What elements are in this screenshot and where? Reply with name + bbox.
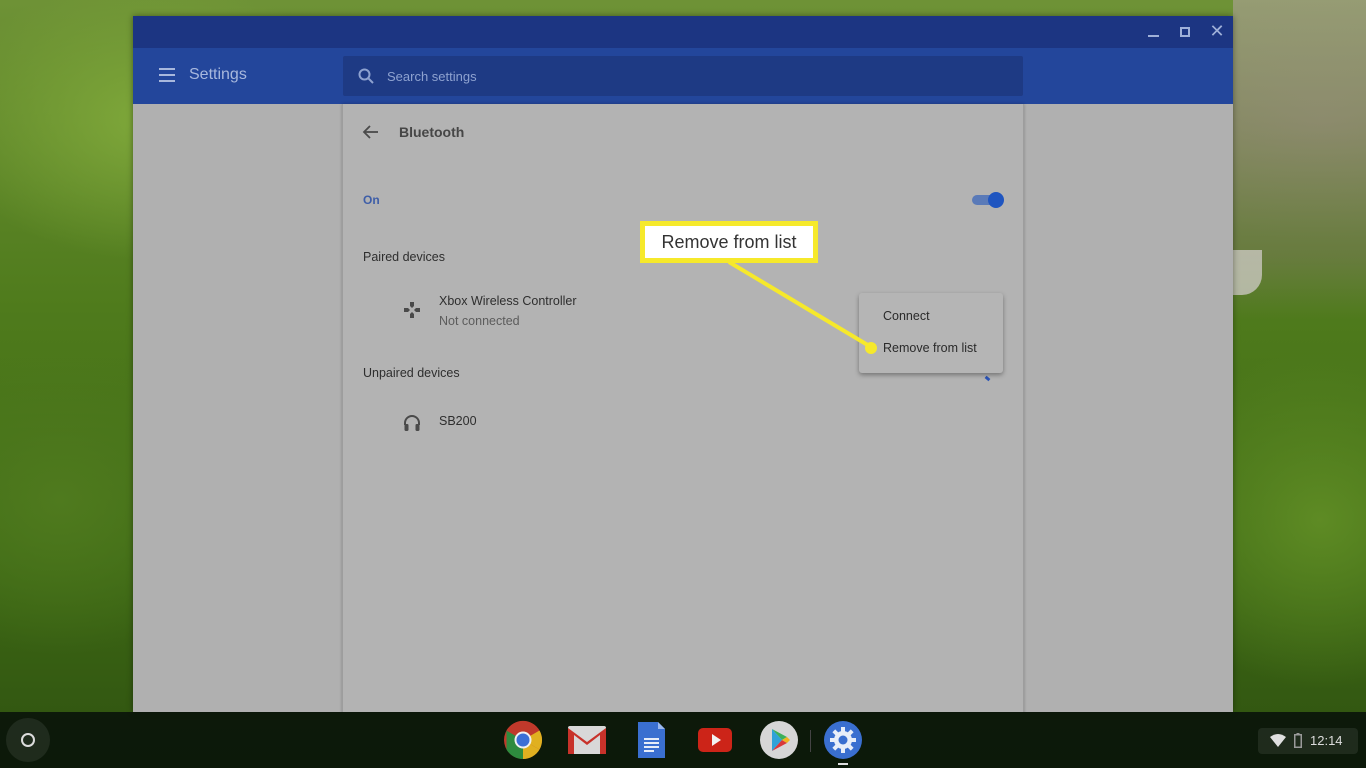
launcher-circle-icon [21, 733, 35, 747]
close-button[interactable]: ✕ [1205, 22, 1229, 42]
minimize-button[interactable] [1141, 22, 1165, 42]
unpaired-devices-heading: Unpaired devices [363, 366, 460, 380]
shelf: 12:14 [0, 712, 1366, 768]
settings-gear-icon[interactable] [823, 720, 863, 760]
docs-icon[interactable] [631, 720, 671, 760]
launcher-button[interactable] [6, 718, 50, 762]
gmail-icon[interactable] [567, 720, 607, 760]
shelf-separator [810, 730, 811, 752]
clock: 12:14 [1310, 733, 1343, 748]
hamburger-line [159, 74, 175, 76]
search-input[interactable] [387, 56, 1007, 96]
maximize-button[interactable] [1173, 22, 1197, 42]
active-app-indicator [838, 763, 848, 765]
scanning-spinner [984, 375, 991, 382]
minimize-icon [1147, 35, 1159, 37]
back-arrow-icon[interactable] [361, 122, 381, 142]
device-name: SB200 [439, 414, 477, 428]
bluetooth-toggle[interactable] [972, 192, 1006, 208]
chrome-icon[interactable] [503, 720, 543, 760]
app-title: Settings [189, 66, 247, 83]
device-name: Xbox Wireless Controller [439, 294, 577, 308]
system-tray[interactable]: 12:14 [1258, 728, 1358, 754]
toggle-thumb [988, 192, 1004, 208]
wifi-icon [1270, 734, 1286, 747]
window-titlebar[interactable]: ✕ [133, 16, 1233, 48]
gamepad-icon [404, 302, 420, 318]
unpaired-device-row[interactable]: SB200 [343, 404, 1023, 440]
search-icon [358, 68, 374, 84]
close-icon: ✕ [1209, 21, 1225, 42]
menu-button[interactable] [159, 68, 175, 82]
settings-window: ✕ Settings Bluetooth On Paired devi [133, 16, 1233, 712]
device-status: Not connected [439, 314, 520, 328]
page-title: Bluetooth [399, 124, 465, 140]
annotation-callout: Remove from list [640, 221, 818, 263]
battery-icon [1294, 733, 1302, 748]
maximize-icon [1180, 27, 1190, 37]
search-box[interactable] [343, 56, 1023, 96]
hamburger-line [159, 80, 175, 82]
bluetooth-state-label: On [363, 193, 380, 207]
settings-header: Settings [133, 48, 1233, 104]
hamburger-line [159, 68, 175, 70]
paired-devices-heading: Paired devices [363, 250, 445, 264]
play-store-icon[interactable] [759, 720, 799, 760]
menu-item-connect[interactable]: Connect [859, 302, 1003, 330]
bluetooth-page: Bluetooth On Paired devices Xbox Wireles… [342, 104, 1024, 712]
youtube-icon[interactable] [695, 720, 735, 760]
annotation-text: Remove from list [661, 231, 797, 252]
menu-item-remove-from-list[interactable]: Remove from list [859, 334, 1003, 362]
headphones-icon [404, 415, 420, 431]
device-context-menu: Connect Remove from list [859, 293, 1003, 373]
